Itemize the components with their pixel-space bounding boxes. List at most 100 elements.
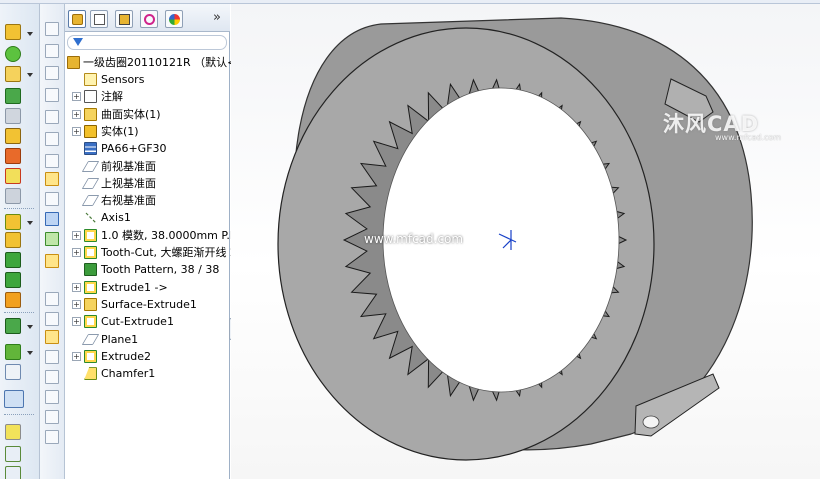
panel-tabs: » xyxy=(65,4,230,32)
tree-item-label: Tooth Pattern, 38 / 38 xyxy=(101,263,220,277)
display-style-icon[interactable] xyxy=(45,370,59,384)
tree-item[interactable]: Tooth Pattern, 38 / 38 xyxy=(65,261,230,278)
loft-boss-icon[interactable] xyxy=(5,88,21,104)
link-icon[interactable] xyxy=(45,430,59,444)
rib-icon[interactable] xyxy=(5,252,21,268)
revolve-cut-icon[interactable] xyxy=(5,148,21,164)
dropdown-arrow-icon[interactable] xyxy=(27,221,33,225)
sweep-boss-icon[interactable] xyxy=(5,66,21,82)
dropdown-arrow-icon[interactable] xyxy=(27,351,33,355)
expand-toggle-icon[interactable]: + xyxy=(72,299,81,309)
line-icon[interactable] xyxy=(5,446,21,462)
dimxpert-tab[interactable] xyxy=(140,10,158,28)
secondary-toolbar xyxy=(40,4,65,479)
revolve-boss-icon[interactable] xyxy=(5,46,21,62)
property-manager-tab[interactable] xyxy=(90,10,108,28)
tree-item[interactable]: 前视基准面 xyxy=(65,158,230,175)
scene-icon[interactable] xyxy=(45,410,59,424)
tree-item-label: 上视基准面 xyxy=(101,176,156,190)
section-view-icon[interactable] xyxy=(45,292,59,306)
tree-item[interactable]: + 曲面实体(1) xyxy=(65,106,230,123)
extrude-boss-icon[interactable] xyxy=(5,24,21,40)
instant3d-icon[interactable] xyxy=(5,364,21,380)
view-bottom-icon[interactable] xyxy=(45,132,59,146)
smart-dimension-icon[interactable] xyxy=(5,424,21,440)
tree-item[interactable]: + Tooth-Cut, 大螺距渐开线 2 xyxy=(65,244,237,261)
expand-toggle-icon[interactable]: + xyxy=(72,92,81,102)
toolbar-separator xyxy=(4,312,34,313)
expand-toggle-icon[interactable]: + xyxy=(72,351,81,361)
view-back-icon[interactable] xyxy=(45,44,59,58)
expand-toggle-icon[interactable]: + xyxy=(72,230,81,240)
tree-item[interactable]: 上视基准面 xyxy=(65,175,230,192)
tree-item[interactable]: Chamfer1 xyxy=(65,365,230,382)
dropdown-arrow-icon[interactable] xyxy=(27,73,33,77)
view-iso-icon[interactable] xyxy=(45,154,59,168)
filter-icon xyxy=(73,38,83,46)
linear-pattern-icon[interactable] xyxy=(5,232,21,248)
tree-item[interactable]: + Cut-Extrude1 xyxy=(65,313,230,330)
configuration-manager-tab[interactable] xyxy=(115,10,133,28)
boundary-boss-icon[interactable] xyxy=(5,108,21,124)
expand-toggle-icon[interactable]: + xyxy=(72,126,81,136)
tree-item[interactable]: + Extrude2 xyxy=(65,348,230,365)
view-right-icon[interactable] xyxy=(45,88,59,102)
toolbar-separator xyxy=(4,414,34,415)
measure-icon[interactable] xyxy=(45,312,59,326)
display-manager-icon xyxy=(169,14,180,25)
view-top-icon[interactable] xyxy=(45,110,59,124)
curves-icon[interactable] xyxy=(5,344,21,360)
feature-manager-tab[interactable] xyxy=(68,10,86,28)
tree-item-label: Cut-Extrude1 xyxy=(101,315,174,329)
fillet-icon[interactable] xyxy=(5,214,21,230)
reference-geometry-icon[interactable] xyxy=(5,318,21,334)
design-library-icon[interactable] xyxy=(45,254,59,268)
more-tabs-chevron-icon[interactable]: » xyxy=(213,10,221,25)
tree-root-part[interactable]: 一级齿圈20110121R （默认<< xyxy=(65,54,246,71)
tree-item[interactable]: + Extrude1 -> xyxy=(65,279,230,296)
ring-gear-model[interactable] xyxy=(231,4,820,479)
view-front-icon[interactable] xyxy=(45,22,59,36)
expand-toggle-icon[interactable]: + xyxy=(72,282,81,292)
tree-item[interactable]: +1.0 模数, 38.0000mm P.D. xyxy=(65,227,242,244)
plane-icon xyxy=(81,195,100,207)
rebuild-icon[interactable] xyxy=(45,192,59,206)
plane-icon xyxy=(81,160,100,172)
shell-icon[interactable] xyxy=(5,292,21,308)
display-manager-tab[interactable] xyxy=(165,10,183,28)
tree-item[interactable]: Sensors xyxy=(65,71,230,88)
tree-item-label: 实体(1) xyxy=(101,124,139,138)
hide-show-icon[interactable] xyxy=(45,390,59,404)
pattern-icon xyxy=(84,263,97,277)
view-left-icon[interactable] xyxy=(45,66,59,80)
options-icon[interactable] xyxy=(45,212,59,226)
wrap-icon[interactable] xyxy=(5,188,21,204)
tree-item[interactable]: + 实体(1) xyxy=(65,123,230,140)
macro-icon[interactable] xyxy=(45,232,59,246)
expand-toggle-icon[interactable]: + xyxy=(72,248,81,257)
expand-toggle-icon[interactable]: + xyxy=(72,317,81,327)
tree-item[interactable]: Plane1 xyxy=(65,331,230,348)
graphics-viewport[interactable]: 沐风CAD www.mfcad.com www.mfcad.com xyxy=(231,4,820,479)
hole-wizard-icon[interactable] xyxy=(5,168,21,184)
edit-sketch-icon[interactable] xyxy=(45,172,59,186)
watermark-center-text: www.mfcad.com xyxy=(364,232,464,246)
tree-item[interactable]: + Surface-Extrude1 xyxy=(65,296,230,313)
tree-item[interactable]: PA66+GF30 xyxy=(65,140,230,157)
dropdown-arrow-icon[interactable] xyxy=(27,32,33,36)
extrude-cut-icon[interactable] xyxy=(5,128,21,144)
toolbar-separator xyxy=(4,208,34,209)
sketch-toggle-icon[interactable] xyxy=(4,390,24,408)
tree-item-label: Chamfer1 xyxy=(101,367,156,381)
dropdown-arrow-icon[interactable] xyxy=(27,325,33,329)
tree-item[interactable]: 右视基准面 xyxy=(65,192,230,209)
rectangle-icon[interactable] xyxy=(5,466,21,479)
tree-item[interactable]: + 注解 xyxy=(65,88,230,105)
appearance-icon[interactable] xyxy=(45,350,59,364)
expand-toggle-icon[interactable]: + xyxy=(72,109,81,119)
tree-item[interactable]: Axis1 xyxy=(65,209,230,226)
tree-filter-input[interactable] xyxy=(67,35,227,50)
extrude-icon xyxy=(84,349,97,363)
draft-icon[interactable] xyxy=(5,272,21,288)
mass-properties-icon[interactable] xyxy=(45,330,59,344)
